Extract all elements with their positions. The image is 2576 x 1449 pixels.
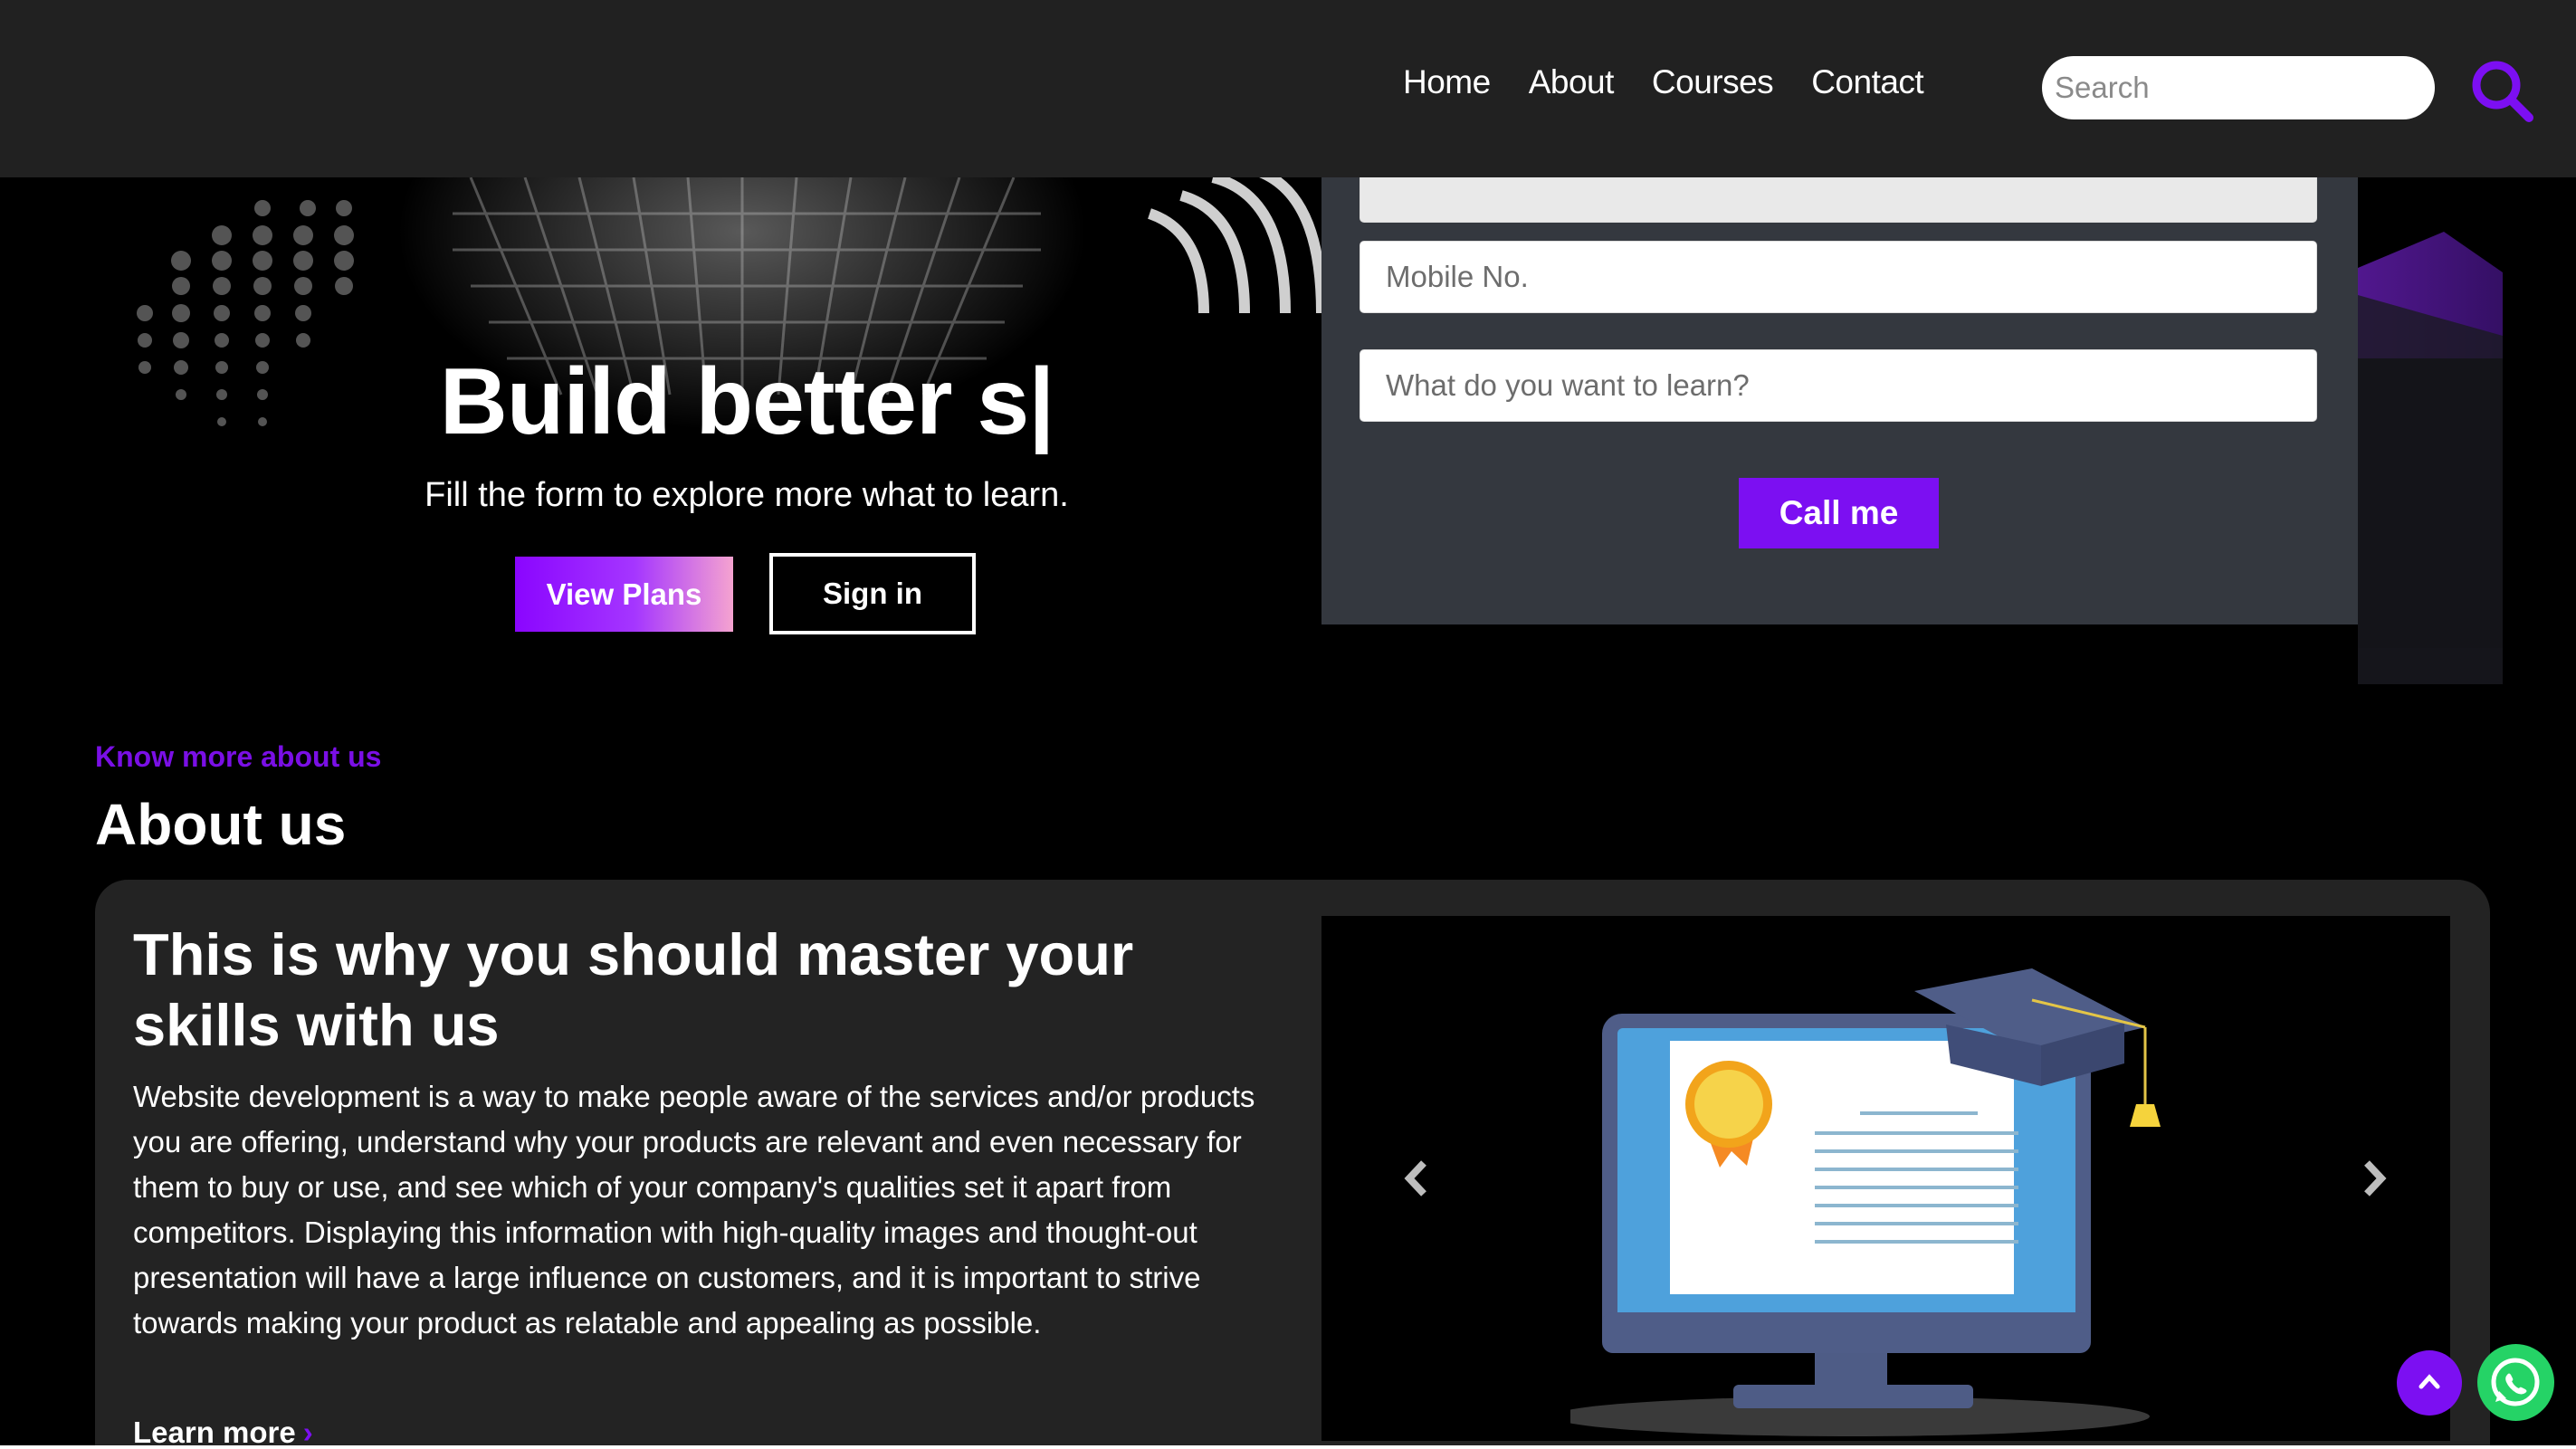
image-carousel <box>1321 916 2450 1441</box>
mobile-number-field[interactable] <box>1360 241 2317 313</box>
carousel-next-button[interactable] <box>2356 1156 2392 1201</box>
nav-link-home[interactable]: Home <box>1403 63 1491 101</box>
view-plans-button[interactable]: View Plans <box>515 557 733 632</box>
about-card-body: Website development is a way to make peo… <box>133 1080 1255 1339</box>
nav-links: Home About Courses Contact <box>1403 63 1924 101</box>
learn-more-label: Learn more <box>133 1416 296 1449</box>
chevron-right-icon <box>2364 1160 2387 1196</box>
hero-subtitle: Fill the form to explore more what to le… <box>425 476 1069 514</box>
about-title: About us <box>95 792 347 857</box>
about-card: This is why you should master your skill… <box>95 880 2490 1449</box>
nav-link-courses[interactable]: Courses <box>1652 63 1774 101</box>
sign-in-button[interactable]: Sign in <box>769 553 976 634</box>
about-card-heading: This is why you should master your skill… <box>133 921 1134 1058</box>
bottom-edge <box>0 1445 2576 1449</box>
callback-form: Call me <box>1321 150 2358 624</box>
chevron-up-icon <box>2419 1374 2440 1389</box>
learn-topic-field[interactable] <box>1360 349 2317 422</box>
chevron-right-icon: › <box>302 1416 313 1449</box>
search-button[interactable] <box>2467 56 2536 125</box>
whatsapp-icon <box>2491 1358 2540 1406</box>
scroll-to-top-button[interactable] <box>2397 1350 2462 1416</box>
certificate-monitor-illustration <box>1570 968 2161 1436</box>
search-icon <box>2472 61 2533 122</box>
whatsapp-button[interactable] <box>2477 1344 2554 1421</box>
call-me-button[interactable]: Call me <box>1739 478 1939 548</box>
nav-link-about[interactable]: About <box>1529 63 1615 101</box>
chevron-left-icon <box>1404 1160 1426 1196</box>
search-input[interactable] <box>2042 56 2435 119</box>
nav-link-contact[interactable]: Contact <box>1811 63 1924 101</box>
learn-more-link[interactable]: Learn more › <box>133 1416 313 1449</box>
navbar: Home About Courses Contact <box>0 0 2576 177</box>
hero-title: Build better s| <box>439 349 1055 454</box>
carousel-prev-button[interactable] <box>1398 1156 1435 1201</box>
about-kicker: Know more about us <box>95 740 382 773</box>
